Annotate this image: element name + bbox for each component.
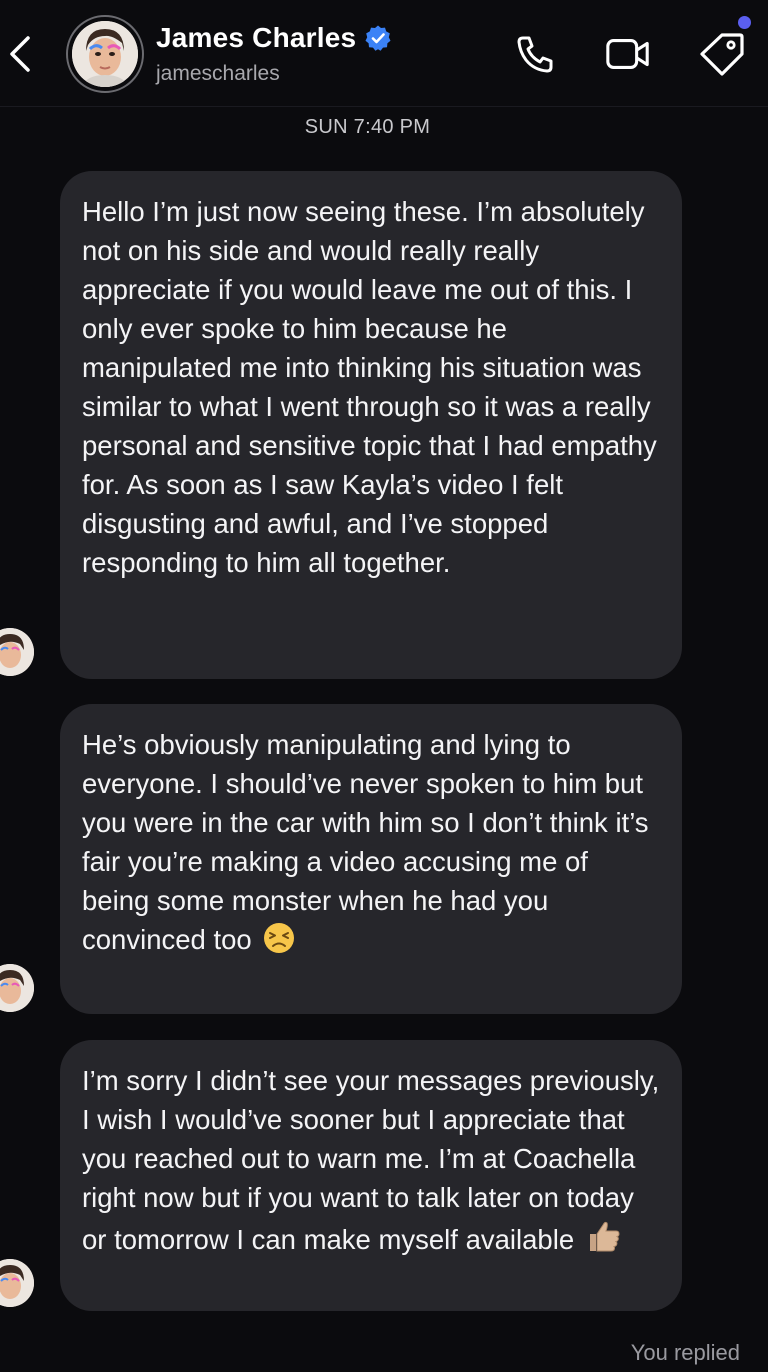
message-bubble[interactable]: He’s obviously manipulating and lying to… (60, 704, 682, 1014)
sender-avatar[interactable] (0, 628, 34, 676)
tag-button[interactable] (698, 30, 746, 78)
avatar-image (72, 21, 138, 87)
phone-icon (517, 36, 553, 73)
tag-icon (700, 33, 744, 76)
contact-handle: jamescharles (156, 62, 280, 85)
notification-dot (738, 16, 751, 29)
conversation-header: James Charles jamescharles (0, 0, 768, 107)
reply-status: You replied (630, 1340, 740, 1365)
message-text: Hello I’m just now seeing these. I’m abs… (82, 196, 657, 578)
chevron-left-icon (10, 36, 30, 72)
message-bubble[interactable]: Hello I’m just now seeing these. I’m abs… (60, 171, 682, 679)
message-bubble[interactable]: I’m sorry I didn’t see your messages pre… (60, 1040, 682, 1311)
verified-badge-icon (365, 25, 391, 51)
message-text: I’m sorry I didn’t see your messages pre… (82, 1065, 660, 1255)
thumbs-up-emoji (584, 1217, 622, 1265)
message-text: He’s obviously manipulating and lying to… (82, 729, 649, 955)
sender-avatar[interactable] (0, 964, 34, 1012)
call-button[interactable] (512, 30, 560, 78)
persevering-face-emoji (262, 921, 296, 965)
back-button[interactable] (2, 28, 38, 80)
contact-avatar[interactable] (66, 15, 144, 93)
thread-timestamp: SUN 7:40 PM (304, 116, 431, 138)
sender-avatar[interactable] (0, 1259, 34, 1307)
contact-name: James Charles (156, 22, 357, 53)
video-call-button[interactable] (604, 30, 652, 78)
contact-name-row[interactable]: James Charles (156, 22, 392, 54)
video-camera-icon (606, 39, 649, 69)
